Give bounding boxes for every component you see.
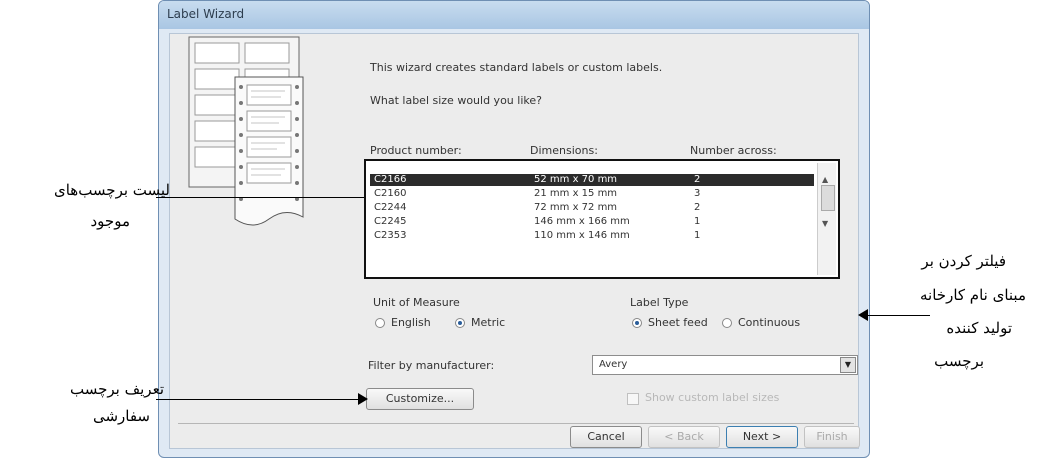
customize-button[interactable]: Customize... [366, 388, 474, 410]
label-sheet-illustration [185, 33, 309, 233]
list-item[interactable]: C2353 110 mm x 146 mm 1 [370, 230, 814, 242]
product-number: C2244 [374, 202, 407, 213]
cancel-button[interactable]: Cancel [570, 426, 642, 448]
product-number: C2160 [374, 188, 407, 199]
dimensions: 72 mm x 72 mm [534, 202, 618, 213]
show-custom-sizes-checkbox[interactable] [627, 393, 639, 405]
annotation-arrow-left-icon [858, 309, 868, 321]
dropdown-arrow-icon[interactable]: ▼ [840, 357, 856, 373]
show-custom-sizes-label: Show custom label sizes [645, 391, 780, 404]
annotation-list-line2: موجود [90, 212, 131, 230]
filter-manufacturer-label: Filter by manufacturer: [368, 359, 495, 372]
list-item[interactable]: C2245 146 mm x 166 mm 1 [370, 216, 814, 228]
metric-radio[interactable] [455, 318, 465, 328]
product-number: C2166 [374, 174, 407, 185]
list-item[interactable]: C2160 21 mm x 15 mm 3 [370, 188, 814, 200]
annotation-list-line [156, 197, 364, 198]
metric-radio-label: Metric [471, 316, 506, 329]
sheet-feed-radio[interactable] [632, 318, 642, 328]
label-sheets-icon [188, 36, 304, 226]
english-radio-label: English [391, 316, 431, 329]
scroll-up-icon[interactable]: ▲ [822, 175, 828, 184]
title-bar: Label Wizard [159, 1, 869, 29]
number-across: 1 [694, 216, 701, 227]
continuous-radio-label: Continuous [738, 316, 801, 329]
back-button[interactable]: < Back [648, 426, 720, 448]
manufacturer-filter-select[interactable]: Avery ▼ [592, 355, 858, 375]
column-header-product: Product number: [370, 144, 462, 157]
list-item[interactable]: C2244 72 mm x 72 mm 2 [370, 202, 814, 214]
unit-of-measure-label: Unit of Measure [373, 296, 460, 309]
list-scrollbar[interactable]: ▲ ▼ [817, 163, 836, 275]
manufacturer-filter-value: Avery [599, 359, 628, 370]
number-across: 2 [694, 174, 701, 185]
scroll-down-icon[interactable]: ▼ [822, 219, 828, 228]
number-across: 2 [694, 202, 701, 213]
dimensions: 146 mm x 166 mm [534, 216, 630, 227]
annotation-filter-line2: مبنای نام کارخانه [920, 286, 1026, 304]
dimensions: 110 mm x 146 mm [534, 230, 630, 241]
window-title: Label Wizard [167, 7, 245, 21]
annotation-custom-line2: سفارشی [92, 407, 150, 425]
annotation-list-line1: لیست برچسب‌های [53, 181, 170, 199]
intro-text: This wizard creates standard labels or c… [370, 61, 663, 74]
list-item[interactable]: C2166 52 mm x 70 mm 2 [370, 174, 814, 186]
sheet-feed-radio-label: Sheet feed [648, 316, 708, 329]
continuous-radio[interactable] [722, 318, 732, 328]
next-button[interactable]: Next > [726, 426, 798, 448]
scroll-thumb[interactable] [821, 185, 835, 211]
finish-button[interactable]: Finish [804, 426, 860, 448]
annotation-filter-line1: فیلتر کردن بر [921, 252, 1006, 270]
annotation-filter-line4: برچسب [934, 352, 984, 370]
question-text: What label size would you like? [370, 94, 542, 107]
dimensions: 52 mm x 70 mm [534, 174, 618, 185]
number-across: 1 [694, 230, 701, 241]
product-number: C2353 [374, 230, 407, 241]
column-header-dimensions: Dimensions: [530, 144, 598, 157]
label-type-label: Label Type [630, 296, 689, 309]
annotation-arrow-right-icon [358, 393, 368, 405]
product-number: C2245 [374, 216, 407, 227]
label-size-list[interactable]: C2166 52 mm x 70 mm 2 C2160 21 mm x 15 m… [364, 159, 840, 279]
english-radio[interactable] [375, 318, 385, 328]
annotation-custom-line [156, 399, 358, 400]
column-header-across: Number across: [690, 144, 777, 157]
number-across: 3 [694, 188, 701, 199]
separator [178, 423, 854, 424]
annotation-filter-line [868, 315, 930, 316]
annotation-filter-line3: تولید کننده [946, 319, 1012, 337]
dimensions: 21 mm x 15 mm [534, 188, 618, 199]
annotation-custom-line1: تعریف برچسب [70, 380, 164, 398]
